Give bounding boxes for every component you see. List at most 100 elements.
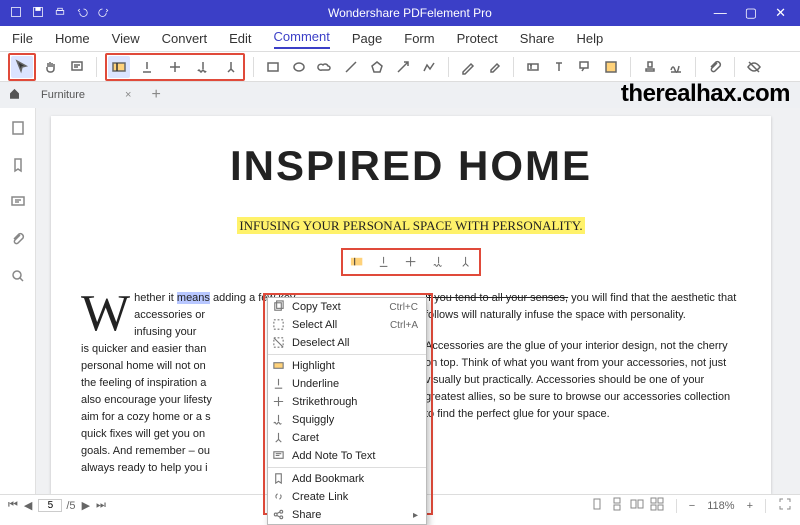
select-all-icon <box>272 318 286 332</box>
menu-convert[interactable]: Convert <box>162 31 208 46</box>
ctx-add-note[interactable]: Add Note To Text <box>268 447 426 465</box>
submenu-arrow-icon: ▸ <box>413 510 418 521</box>
new-tab-button[interactable]: + <box>151 86 160 104</box>
thumbnails-icon[interactable] <box>10 120 26 139</box>
column-2: If you tend to all your senses, you will… <box>425 290 741 478</box>
bookmark-icon <box>272 472 286 486</box>
view-facing-icon[interactable] <box>630 497 644 514</box>
highlight-icon <box>272 359 286 373</box>
pencil-tool[interactable] <box>457 56 479 78</box>
note-tool[interactable] <box>66 56 88 78</box>
squiggly-icon <box>272 413 286 427</box>
deselect-icon <box>272 336 286 350</box>
ctx-add-bookmark[interactable]: Add Bookmark <box>268 470 426 488</box>
ctx-highlight[interactable]: Highlight <box>268 357 426 375</box>
cloud-shape[interactable] <box>314 56 336 78</box>
tab-close-icon[interactable]: × <box>125 89 131 101</box>
view-continuous-icon[interactable] <box>610 497 624 514</box>
ctx-copy-text[interactable]: Copy TextCtrl+C <box>268 298 426 316</box>
fullscreen-icon[interactable] <box>778 497 792 514</box>
tab-furniture[interactable]: Furniture × <box>31 89 141 101</box>
search-icon[interactable] <box>10 268 26 287</box>
arrow-shape[interactable] <box>392 56 414 78</box>
zoom-in-icon[interactable]: + <box>747 500 753 512</box>
menu-comment[interactable]: Comment <box>274 29 330 49</box>
link-icon <box>272 490 286 504</box>
nav-next-icon[interactable]: ▶ <box>82 499 90 512</box>
highlight-tool[interactable] <box>108 56 130 78</box>
home-icon[interactable] <box>8 87 21 103</box>
zoom-level: 118% <box>707 500 734 512</box>
hand-tool[interactable] <box>40 56 62 78</box>
ctx-create-link[interactable]: Create Link <box>268 488 426 506</box>
nav-first-icon[interactable]: ⏮ <box>8 499 18 512</box>
attachments-icon[interactable] <box>10 231 26 250</box>
oval-shape[interactable] <box>288 56 310 78</box>
save-icon[interactable] <box>32 6 44 21</box>
textbox-tool[interactable] <box>522 56 544 78</box>
nav-last-icon[interactable]: ⏭ <box>96 499 106 512</box>
tab-label: Furniture <box>41 89 85 101</box>
close-button[interactable]: ✕ <box>775 5 786 21</box>
float-underline-icon[interactable] <box>376 254 391 270</box>
context-menu: Copy TextCtrl+C Select AllCtrl+A Deselec… <box>267 297 427 525</box>
view-single-icon[interactable] <box>590 497 604 514</box>
polygon-shape[interactable] <box>366 56 388 78</box>
ctx-strikethrough[interactable]: Strikethrough <box>268 393 426 411</box>
page-input[interactable] <box>38 499 62 512</box>
polyline-shape[interactable] <box>418 56 440 78</box>
menu-edit[interactable]: Edit <box>229 31 251 46</box>
comments-icon[interactable] <box>10 194 26 213</box>
note-icon <box>272 449 286 463</box>
ctx-caret[interactable]: Caret <box>268 429 426 447</box>
watermark-url: therealhax.com <box>621 80 790 108</box>
hide-tool[interactable] <box>743 56 765 78</box>
attach-tool[interactable] <box>704 56 726 78</box>
menu-view[interactable]: View <box>112 31 140 46</box>
float-squiggly-icon[interactable] <box>431 254 446 270</box>
ctx-select-all[interactable]: Select AllCtrl+A <box>268 316 426 334</box>
redo-icon[interactable] <box>98 6 110 21</box>
select-tool[interactable] <box>11 56 33 78</box>
strike-tool[interactable] <box>164 56 186 78</box>
strike-icon <box>272 395 286 409</box>
ctx-squiggly[interactable]: Squiggly <box>268 411 426 429</box>
menu-share[interactable]: Share <box>520 31 555 46</box>
rect-shape[interactable] <box>262 56 284 78</box>
ctx-share[interactable]: Share▸ <box>268 506 426 524</box>
menubar: File Home View Convert Edit Comment Page… <box>0 26 800 52</box>
underline-tool[interactable] <box>136 56 158 78</box>
menu-help[interactable]: Help <box>577 31 604 46</box>
zoom-out-icon[interactable]: − <box>689 500 695 512</box>
minimize-button[interactable]: — <box>714 5 727 21</box>
maximize-button[interactable]: ▢ <box>745 5 757 21</box>
doc-subtitle: INFUSING YOUR PERSONAL SPACE WITH PERSON… <box>237 217 584 234</box>
view-facing-cont-icon[interactable] <box>650 497 664 514</box>
menu-home[interactable]: Home <box>55 31 90 46</box>
menu-file[interactable]: File <box>12 31 33 46</box>
menu-form[interactable]: Form <box>404 31 434 46</box>
ctx-underline[interactable]: Underline <box>268 375 426 393</box>
float-caret-icon[interactable] <box>458 254 473 270</box>
squiggly-tool[interactable] <box>192 56 214 78</box>
print-icon[interactable] <box>54 6 66 21</box>
eraser-tool[interactable] <box>483 56 505 78</box>
nav-prev-icon[interactable]: ◀ <box>24 499 32 512</box>
stamp-tool[interactable] <box>639 56 661 78</box>
bookmarks-icon[interactable] <box>10 157 26 176</box>
area-highlight-tool[interactable] <box>600 56 622 78</box>
menu-protect[interactable]: Protect <box>457 31 498 46</box>
menu-page[interactable]: Page <box>352 31 382 46</box>
undo-icon[interactable] <box>76 6 88 21</box>
float-highlight-icon[interactable] <box>349 254 364 270</box>
caret-tool[interactable] <box>220 56 242 78</box>
caret-icon <box>272 431 286 445</box>
vertical-scrollbar[interactable] <box>786 108 800 494</box>
typewriter-tool[interactable] <box>548 56 570 78</box>
copy-icon <box>272 300 286 314</box>
line-shape[interactable] <box>340 56 362 78</box>
float-strike-icon[interactable] <box>403 254 418 270</box>
signature-tool[interactable] <box>665 56 687 78</box>
callout-tool[interactable] <box>574 56 596 78</box>
ctx-deselect-all[interactable]: Deselect All <box>268 334 426 352</box>
